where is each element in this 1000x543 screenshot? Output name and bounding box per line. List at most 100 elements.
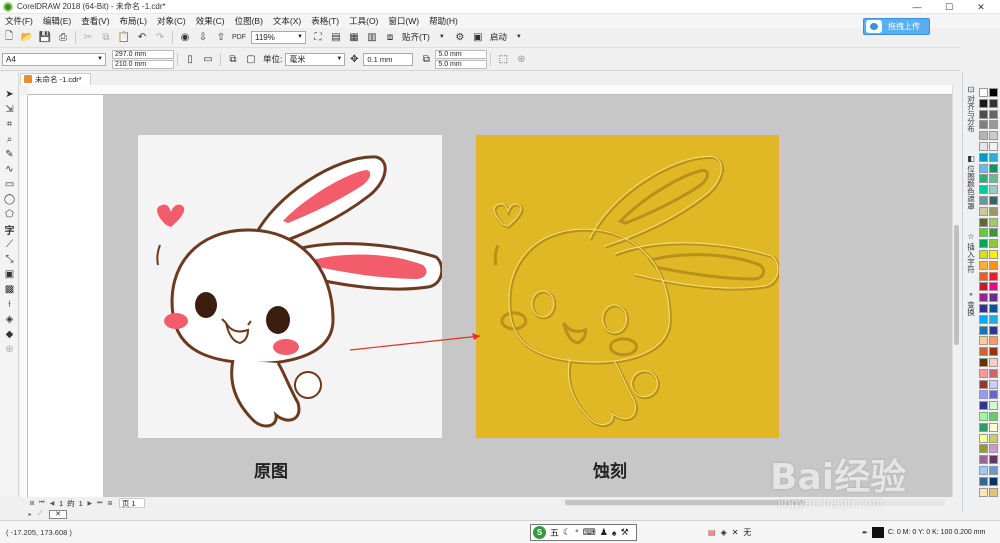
add-tool-icon[interactable]: ⊕ [1,342,18,356]
publish-pdf-icon[interactable]: PDF [232,30,246,44]
menu-tools[interactable]: 工具(O) [344,15,383,27]
no-color-swatch[interactable]: ✕ [49,510,67,519]
duplicate-y-field[interactable]: 5.0 mm [435,59,488,69]
close-button[interactable]: ✕ [969,0,993,14]
color-swatch[interactable] [989,250,998,259]
color-swatch[interactable] [989,228,998,238]
last-page-icon[interactable]: ⏭ [96,499,104,507]
color-swatch[interactable] [979,293,988,303]
portrait-icon[interactable]: ▯ [183,52,197,66]
add-page-after-icon[interactable]: ⊞ [106,499,114,507]
snap-to-label[interactable]: 贴齐(T) [402,31,430,43]
color-swatch[interactable] [979,88,988,97]
open-folder-icon[interactable]: 📂 [20,30,34,44]
menu-view[interactable]: 查看(V) [76,15,114,27]
palette-expand-icon[interactable]: ▸ [26,511,34,519]
color-swatch[interactable] [979,325,988,335]
color-swatch[interactable] [979,163,988,173]
horizontal-scrollbar[interactable] [565,499,945,506]
color-swatch[interactable] [979,196,988,205]
page-width-field[interactable]: 297.0 mm [112,49,174,59]
nudge-distance-field[interactable]: 0.1 mm [363,52,414,66]
color-swatch[interactable] [979,217,988,227]
menu-file[interactable]: 文件(F) [0,15,38,27]
color-swatch[interactable] [989,239,998,249]
all-pages-icon[interactable]: ⧉ [226,52,240,66]
page-height-field[interactable]: 210.0 mm [112,59,174,69]
document-tab[interactable]: 未命名 -1.cdr* [20,72,91,85]
menu-text[interactable]: 文本(X) [268,15,306,27]
color-swatch[interactable] [979,228,988,238]
color-swatch[interactable] [989,455,998,465]
freehand-tool-icon[interactable]: ✎ [1,147,18,161]
menu-window[interactable]: 窗口(W) [383,15,424,27]
page-tab-1[interactable]: 页 1 [118,498,145,508]
docker-tab-bitmap-mask[interactable]: ◧ 位图颜色遮罩 [964,154,978,210]
vertical-ruler[interactable] [20,95,28,497]
copy-icon[interactable]: ⧉ [99,30,113,44]
show-grid-icon[interactable]: ▦ [347,30,361,44]
launch-icon[interactable]: ▣ [471,30,485,44]
color-swatch[interactable] [979,368,988,378]
drop-shadow-icon[interactable]: ▣ [1,267,18,281]
vertical-scrollbar[interactable] [952,85,960,497]
chevron-down-icon[interactable]: ▼ [512,30,526,44]
etched-rabbit-image[interactable] [476,135,781,438]
landscape-icon[interactable]: ▭ [201,52,215,66]
show-rulers-icon[interactable]: ▤ [329,30,343,44]
current-page-icon[interactable]: ▢ [244,52,258,66]
color-swatch[interactable] [979,142,988,151]
color-swatch[interactable] [979,250,988,259]
pick-tool-icon[interactable]: ➤ [1,87,18,101]
color-swatch[interactable] [989,120,998,130]
horizontal-scroll-thumb[interactable] [565,500,805,505]
undo-icon[interactable]: ↶ [135,30,149,44]
zoom-level-select[interactable]: 119% ▼ [251,30,306,44]
save-icon[interactable]: 💾 [38,30,52,44]
original-rabbit-image[interactable] [138,135,444,438]
color-swatch[interactable] [979,412,988,421]
menu-table[interactable]: 表格(T) [306,15,344,27]
color-swatch[interactable] [989,433,998,443]
color-swatch[interactable] [979,260,988,270]
color-swatch[interactable] [989,163,998,173]
color-swatch[interactable] [979,379,988,389]
polygon-tool-icon[interactable]: ⬠ [1,207,18,221]
color-swatch[interactable] [989,336,998,346]
color-swatch[interactable] [989,304,998,313]
page-size-select[interactable]: A4 ▼ [2,52,106,66]
color-swatch[interactable] [989,282,998,292]
color-swatch[interactable] [989,314,998,324]
rectangle-tool-icon[interactable]: ▭ [1,177,18,191]
color-swatch[interactable] [989,347,998,357]
crop-tool-icon[interactable]: ⌗ [1,117,18,131]
export-icon[interactable]: ⇧ [214,30,228,44]
color-swatch[interactable] [979,401,988,411]
parallel-dimension-icon[interactable]: ⟋ [1,237,18,251]
add-page-icon[interactable]: ⊞ [28,499,36,507]
show-guides-icon[interactable]: ▥ [365,30,379,44]
shape-tool-icon[interactable]: ⇲ [1,102,18,116]
menu-layout[interactable]: 布局(L) [115,15,152,27]
connector-tool-icon[interactable]: ⤡ [1,252,18,266]
import-icon[interactable]: ⇩ [196,30,210,44]
color-swatch[interactable] [989,368,998,378]
eyedropper-icon[interactable]: ⟊ [1,297,18,311]
color-swatch[interactable] [979,455,988,465]
menu-object[interactable]: 对象(C) [152,15,191,27]
color-swatch[interactable] [989,174,998,184]
redo-icon[interactable]: ↷ [153,30,167,44]
color-swatch[interactable] [989,271,998,281]
color-swatch[interactable] [989,422,998,432]
maximize-button[interactable]: ☐ [937,0,961,14]
color-swatch[interactable] [979,487,988,497]
color-swatch[interactable] [989,206,998,216]
duplicate-x-field[interactable]: 5.0 mm [435,49,488,59]
print-icon[interactable]: ⎙ [56,30,70,44]
paste-icon[interactable]: 📋 [117,30,131,44]
color-swatch[interactable] [989,260,998,270]
units-select[interactable]: 毫米 ▼ [285,52,346,66]
eyedropper-icon[interactable]: ⟋ [36,511,44,519]
color-swatch[interactable] [979,239,988,249]
docker-tab-insert-char[interactable]: ☆ 插入字符 [964,232,978,273]
